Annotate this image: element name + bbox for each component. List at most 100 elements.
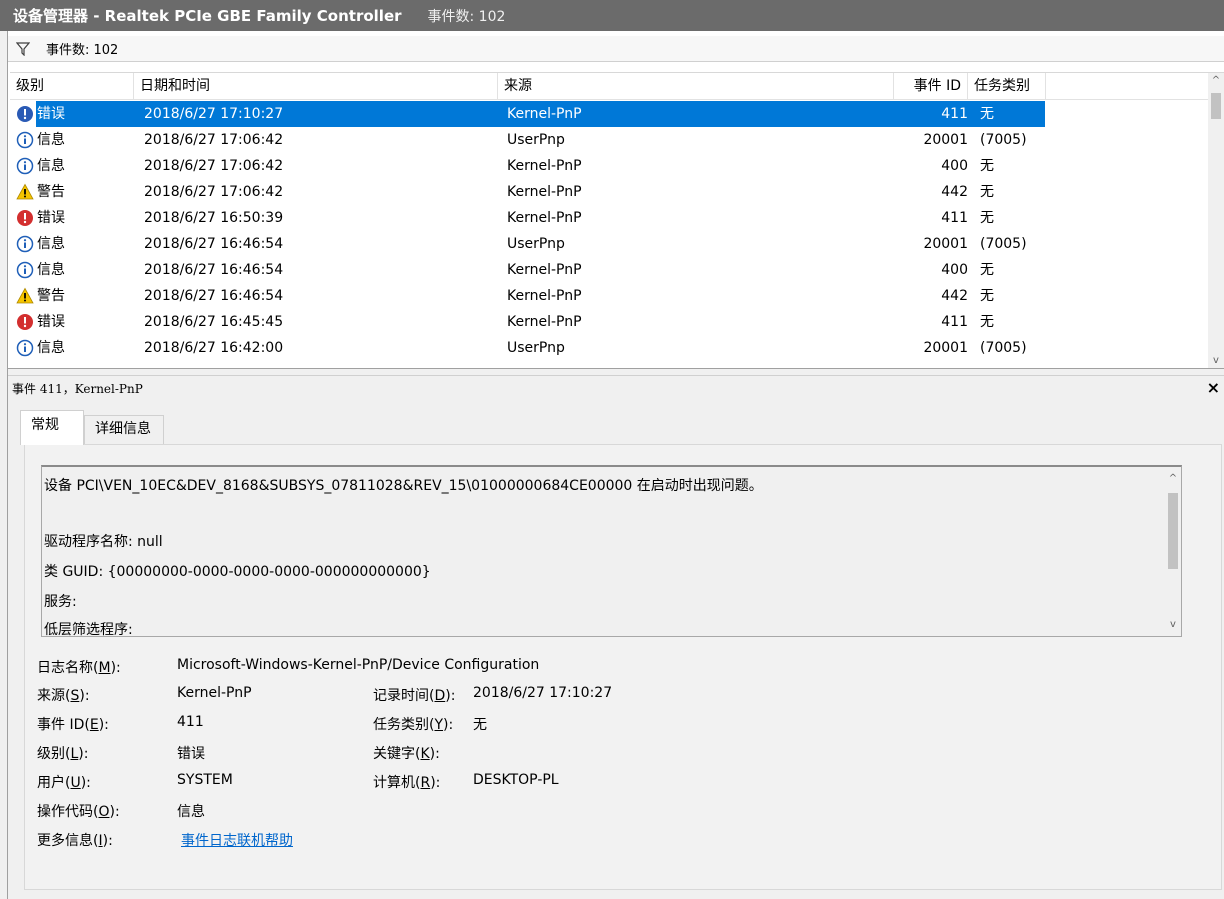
table-row[interactable]: 信息 2018/6/27 16:46:54 Kernel-PnP 400 无 [10,257,1208,283]
row-level: 信息 [37,340,65,356]
table-row[interactable]: 错误 2018/6/27 16:45:45 Kernel-PnP 411 无 [10,309,1208,335]
row-event-id: 400 [941,262,968,278]
more-info-label: 更多信息(I): [37,833,113,849]
computer-label: 计算机(R): [373,775,441,791]
row-datetime: 2018/6/27 17:10:27 [144,106,284,122]
row-datetime: 2018/6/27 17:06:42 [144,132,284,148]
scroll-down-arrow-icon[interactable]: v [1208,353,1224,369]
warning-icon [16,287,34,305]
table-row[interactable]: 错误 2018/6/27 17:10:27 Kernel-PnP 411 无 [10,101,1208,127]
description-line: 设备 PCI\VEN_10EC&DEV_8168&SUBSYS_07811028… [44,478,763,494]
tab-details[interactable]: 详细信息 [84,415,164,445]
row-source: Kernel-PnP [507,262,582,278]
table-row[interactable]: 信息 2018/6/27 17:06:42 Kernel-PnP 400 无 [10,153,1208,179]
row-task-category: 无 [980,314,994,330]
scroll-down-arrow-icon[interactable]: v [1165,617,1181,633]
warning-icon [16,183,34,201]
row-task-category: 无 [980,288,994,304]
column-header-task[interactable]: 任务类别 [968,73,1046,100]
table-row[interactable]: 警告 2018/6/27 17:06:42 Kernel-PnP 442 无 [10,179,1208,205]
description-scrollbar[interactable]: ^ v [1165,467,1181,636]
source-value: Kernel-PnP [177,685,252,701]
event-log-online-help-link[interactable]: 事件日志联机帮助 [181,833,293,849]
row-event-id: 442 [941,184,968,200]
table-row[interactable]: 信息 2018/6/27 16:46:54 UserPnp 20001 (7005) [10,231,1208,257]
event-list: 级别 日期和时间 来源 事件 ID 任务类别 错误 2018/6/27 17:10… [10,72,1224,369]
keywords-label: 关键字(K): [373,746,440,762]
row-source: Kernel-PnP [507,158,582,174]
row-datetime: 2018/6/27 16:45:45 [144,314,284,330]
row-datetime: 2018/6/27 17:06:42 [144,158,284,174]
filter-event-count: 事件数: 102 [46,43,119,58]
filter-icon[interactable] [12,38,34,60]
event-detail-pane: 事件 411，Kernel-PnP × 常规 详细信息 设备 PCI\VEN_1… [8,376,1224,899]
event-id-value: 411 [177,714,204,730]
row-datetime: 2018/6/27 17:06:42 [144,184,284,200]
row-level: 信息 [37,236,65,252]
description-scroll-thumb[interactable] [1168,493,1178,569]
row-level: 警告 [37,288,65,304]
info-icon [16,235,34,253]
column-header-source[interactable]: 来源 [498,73,894,100]
tab-general[interactable]: 常规 [20,410,84,445]
row-task-category: (7005) [980,236,1027,252]
log-name-value: Microsoft-Windows-Kernel-PnP/Device Conf… [177,657,540,673]
general-tab-panel: 设备 PCI\VEN_10EC&DEV_8168&SUBSYS_07811028… [24,444,1222,890]
column-header-event-id[interactable]: 事件 ID [894,73,968,100]
table-row[interactable]: 警告 2018/6/27 16:46:54 Kernel-PnP 442 无 [10,283,1208,309]
more-info-value: 事件日志联机帮助 [181,830,293,850]
row-datetime: 2018/6/27 16:46:54 [144,262,284,278]
computer-value: DESKTOP-PL [473,772,559,788]
task-category-label: 任务类别(Y): [373,717,454,733]
row-event-id: 20001 [923,132,968,148]
row-source: UserPnp [507,340,565,356]
row-task-category: 无 [980,262,994,278]
row-source: Kernel-PnP [507,106,582,122]
close-icon[interactable]: × [1207,378,1220,398]
table-row[interactable]: 信息 2018/6/27 16:42:00 UserPnp 20001 (7005) [10,335,1208,361]
source-label: 来源(S): [37,688,90,704]
row-datetime: 2018/6/27 16:50:39 [144,210,284,226]
row-task-category: 无 [980,158,994,174]
row-event-id: 442 [941,288,968,304]
scroll-up-arrow-icon[interactable]: ^ [1208,73,1224,89]
row-event-id: 400 [941,158,968,174]
logged-value: 2018/6/27 17:10:27 [473,685,613,701]
row-source: Kernel-PnP [507,288,582,304]
window-event-count: 事件数: 102 [427,8,506,25]
row-source: UserPnp [507,132,565,148]
row-datetime: 2018/6/27 16:46:54 [144,288,284,304]
row-source: Kernel-PnP [507,314,582,330]
column-header-level[interactable]: 级别 [10,73,134,100]
event-detail-title: 事件 411，Kernel-PnP [12,382,143,396]
description-line: 类 GUID: {00000000-0000-0000-0000-0000000… [44,564,431,580]
user-value: SYSTEM [177,772,233,788]
row-source: UserPnp [507,236,565,252]
row-level: 错误 [37,106,65,122]
event-list-scroll-thumb[interactable] [1211,93,1221,119]
column-header-datetime[interactable]: 日期和时间 [134,73,498,100]
event-list-scrollbar[interactable]: ^ v [1208,73,1224,369]
table-row[interactable]: 信息 2018/6/27 17:06:42 UserPnp 20001 (7005) [10,127,1208,153]
pane-splitter[interactable] [8,368,1224,376]
row-source: Kernel-PnP [507,210,582,226]
event-list-header: 级别 日期和时间 来源 事件 ID 任务类别 [10,73,1208,100]
table-row[interactable]: 错误 2018/6/27 16:50:39 Kernel-PnP 411 无 [10,205,1208,231]
window-title: 设备管理器 - Realtek PCIe GBE Family Controll… [13,7,402,25]
row-source: Kernel-PnP [507,184,582,200]
error-icon [16,313,34,331]
level-label: 级别(L): [37,746,89,762]
row-datetime: 2018/6/27 16:42:00 [144,340,284,356]
row-event-id: 411 [941,210,968,226]
row-level: 信息 [37,158,65,174]
window-left-frame [0,31,8,899]
row-task-category: 无 [980,184,994,200]
description-line: 服务: [44,594,77,610]
row-datetime: 2018/6/27 16:46:54 [144,236,284,252]
scroll-up-arrow-icon[interactable]: ^ [1165,471,1181,487]
row-event-id: 411 [941,314,968,330]
info-icon [16,261,34,279]
info-icon [16,339,34,357]
row-task-category: 无 [980,210,994,226]
event-description-box[interactable]: 设备 PCI\VEN_10EC&DEV_8168&SUBSYS_07811028… [41,465,1182,637]
